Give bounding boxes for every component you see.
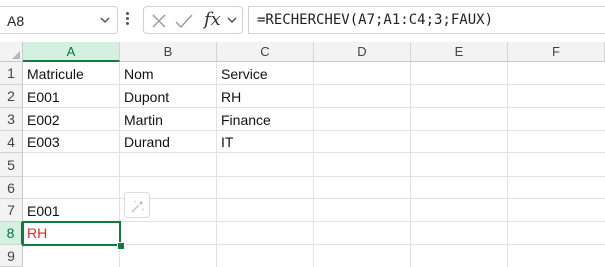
name-box[interactable]: A8 xyxy=(0,6,118,34)
formula-bar: A8 fx =RECHERCHEV(A7;A1:C4;3;FAUX) xyxy=(0,0,605,42)
row-header-2[interactable]: 2 xyxy=(0,85,23,108)
gridline xyxy=(23,84,605,85)
row-header-1[interactable]: 1 xyxy=(0,62,23,85)
quick-analysis-button[interactable] xyxy=(124,192,150,218)
sparkle-icon xyxy=(131,200,145,213)
row-header-7[interactable]: 7 xyxy=(0,199,23,222)
gridline xyxy=(23,152,605,153)
cell-a2[interactable]: E001 xyxy=(23,89,60,105)
row-header-5[interactable]: 5 xyxy=(0,153,23,177)
gridline xyxy=(23,198,605,199)
column-header-a[interactable]: A xyxy=(23,42,120,62)
formula-controls: fx xyxy=(143,6,243,34)
column-header-c[interactable]: C xyxy=(217,42,314,62)
cell-c3[interactable]: Finance xyxy=(217,112,271,128)
row-header-3[interactable]: 3 xyxy=(0,108,23,131)
fx-icon[interactable]: fx xyxy=(204,9,221,30)
gridline xyxy=(410,62,411,267)
cell-a4[interactable]: E003 xyxy=(23,134,60,150)
row-header-4[interactable]: 4 xyxy=(0,131,23,153)
cell-c4[interactable]: IT xyxy=(217,134,233,150)
cell-a7[interactable]: E001 xyxy=(23,203,60,219)
more-vertical-icon[interactable] xyxy=(123,11,131,29)
cell-b2[interactable]: Dupont xyxy=(120,89,169,105)
close-icon[interactable] xyxy=(151,13,167,29)
gridline xyxy=(23,130,605,131)
gridline xyxy=(313,62,314,267)
column-header-d[interactable]: D xyxy=(314,42,411,62)
check-icon[interactable] xyxy=(175,13,193,29)
fill-handle[interactable] xyxy=(117,242,125,250)
row-header-6[interactable]: 6 xyxy=(0,177,23,199)
column-header-e[interactable]: E xyxy=(411,42,508,62)
gridline xyxy=(507,62,508,267)
formula-input[interactable]: =RECHERCHEV(A7;A1:C4;3;FAUX) xyxy=(248,6,605,34)
cell-c1[interactable]: Service xyxy=(217,66,268,82)
worksheet-grid[interactable]: A B C D E F 1 2 3 4 5 6 7 8 9 Matricule … xyxy=(0,42,605,267)
column-header-f[interactable]: F xyxy=(508,42,605,62)
cell-b1[interactable]: Nom xyxy=(120,66,154,82)
cell-b3[interactable]: Martin xyxy=(120,112,163,128)
cell-c2[interactable]: RH xyxy=(217,89,241,105)
column-header-b[interactable]: B xyxy=(120,42,217,62)
cell-a3[interactable]: E002 xyxy=(23,112,60,128)
cell-a1[interactable]: Matricule xyxy=(23,66,84,82)
gridline xyxy=(23,176,605,177)
cell-b4[interactable]: Durand xyxy=(120,134,170,150)
select-all-button[interactable] xyxy=(0,42,23,62)
active-cell-border xyxy=(22,221,121,246)
gridline xyxy=(23,107,605,108)
row-header-9[interactable]: 9 xyxy=(0,245,23,267)
row-header-8[interactable]: 8 xyxy=(0,222,23,245)
name-box-value: A8 xyxy=(7,13,25,29)
chevron-down-icon[interactable] xyxy=(226,15,238,25)
chevron-down-icon[interactable] xyxy=(99,15,111,25)
formula-text: =RECHERCHEV(A7;A1:C4;3;FAUX) xyxy=(257,12,494,28)
